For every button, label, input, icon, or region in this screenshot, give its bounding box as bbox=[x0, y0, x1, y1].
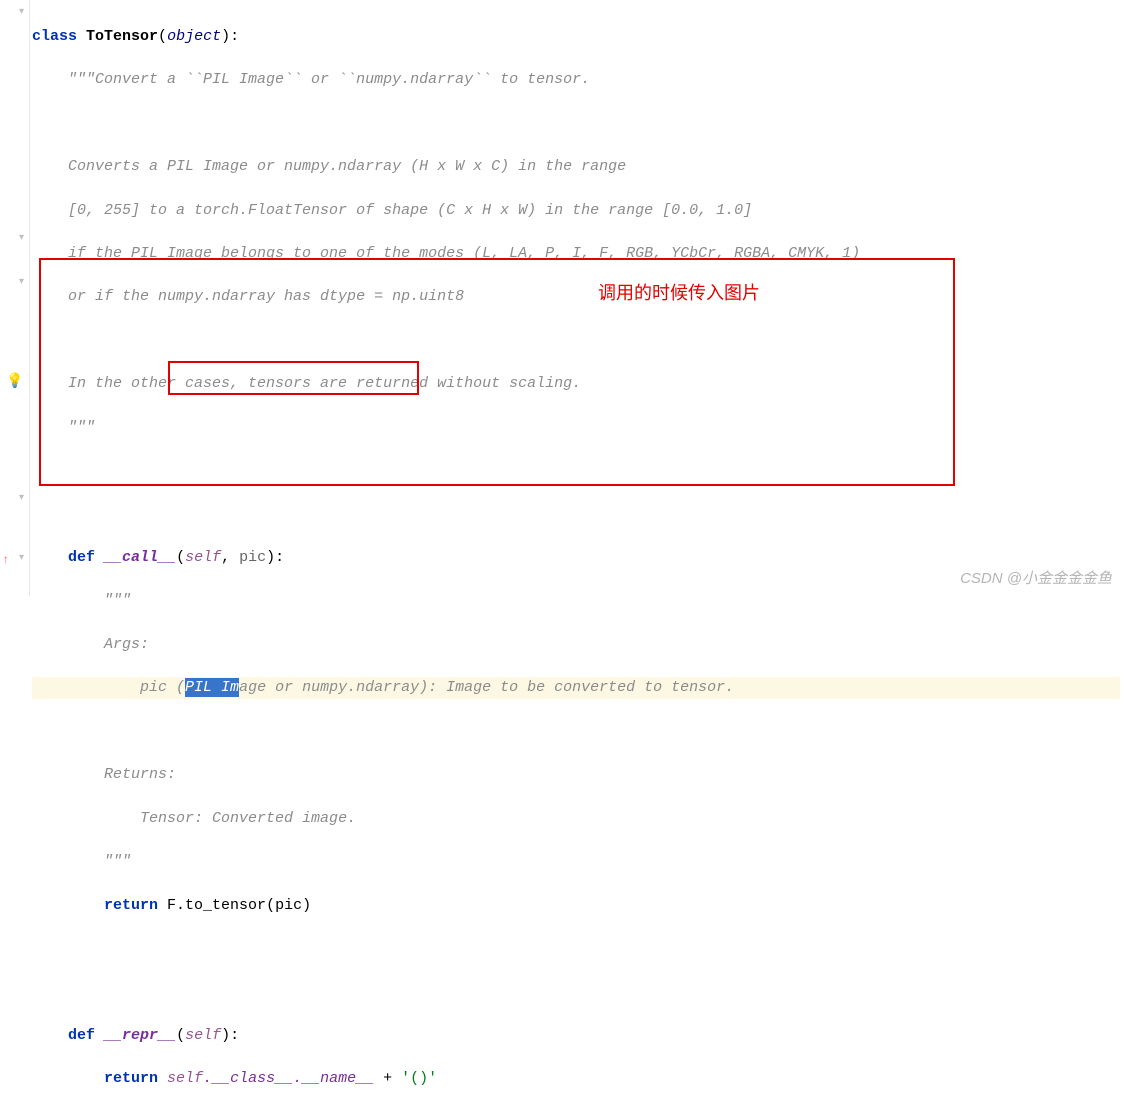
code-line: Args: bbox=[32, 634, 1120, 656]
fold-icon[interactable]: ▾ bbox=[19, 492, 24, 507]
code-line bbox=[32, 721, 1120, 743]
code-line: return self.__class__.__name__ + '()' bbox=[32, 1068, 1120, 1090]
code-line: def __repr__(self): bbox=[32, 1025, 1120, 1047]
arrow-up-icon: ↑ bbox=[2, 552, 9, 569]
code-line-highlighted: pic (PIL Image or numpy.ndarray): Image … bbox=[32, 677, 1120, 699]
code-line: """ bbox=[32, 417, 1120, 439]
fold-icon[interactable]: ▾ bbox=[19, 232, 24, 247]
code-line bbox=[32, 938, 1120, 960]
watermark: CSDN @小金金金金鱼 bbox=[960, 568, 1112, 590]
code-line bbox=[32, 504, 1120, 526]
code-line: In the other cases, tensors are returned… bbox=[32, 373, 1120, 395]
code-line bbox=[32, 330, 1120, 352]
fold-icon[interactable]: ▾ bbox=[19, 276, 24, 291]
code-line: """Convert a ``PIL Image`` or ``numpy.nd… bbox=[32, 69, 1120, 91]
code-line bbox=[32, 981, 1120, 1003]
code-line: [0, 255] to a torch.FloatTensor of shape… bbox=[32, 200, 1120, 222]
code-line: class ToTensor(object): bbox=[32, 26, 1120, 48]
code-line: if the PIL Image belongs to one of the m… bbox=[32, 243, 1120, 265]
code-line bbox=[32, 113, 1120, 135]
code-line: def __call__(self, pic): bbox=[32, 547, 1120, 569]
fold-icon[interactable]: ▾ bbox=[19, 6, 24, 21]
lightbulb-icon[interactable]: 💡 bbox=[6, 372, 20, 386]
code-line: """ bbox=[32, 590, 1120, 612]
code-line bbox=[32, 460, 1120, 482]
code-line: Converts a PIL Image or numpy.ndarray (H… bbox=[32, 156, 1120, 178]
editor-gutter: ▾ ▾ ▾ 💡 ▾ ▾ ↑ bbox=[0, 0, 30, 596]
annotation-text: 调用的时候传入图片 bbox=[598, 280, 760, 306]
code-editor[interactable]: class ToTensor(object): """Convert a ``P… bbox=[32, 4, 1120, 1112]
code-line: or if the numpy.ndarray has dtype = np.u… bbox=[32, 286, 1120, 308]
text-selection: PIL Im bbox=[185, 678, 239, 697]
code-line: Tensor: Converted image. bbox=[32, 808, 1120, 830]
code-line: return F.to_tensor(pic) bbox=[32, 895, 1120, 917]
code-line: Returns: bbox=[32, 764, 1120, 786]
code-line: """ bbox=[32, 851, 1120, 873]
fold-icon[interactable]: ▾ bbox=[19, 552, 24, 567]
